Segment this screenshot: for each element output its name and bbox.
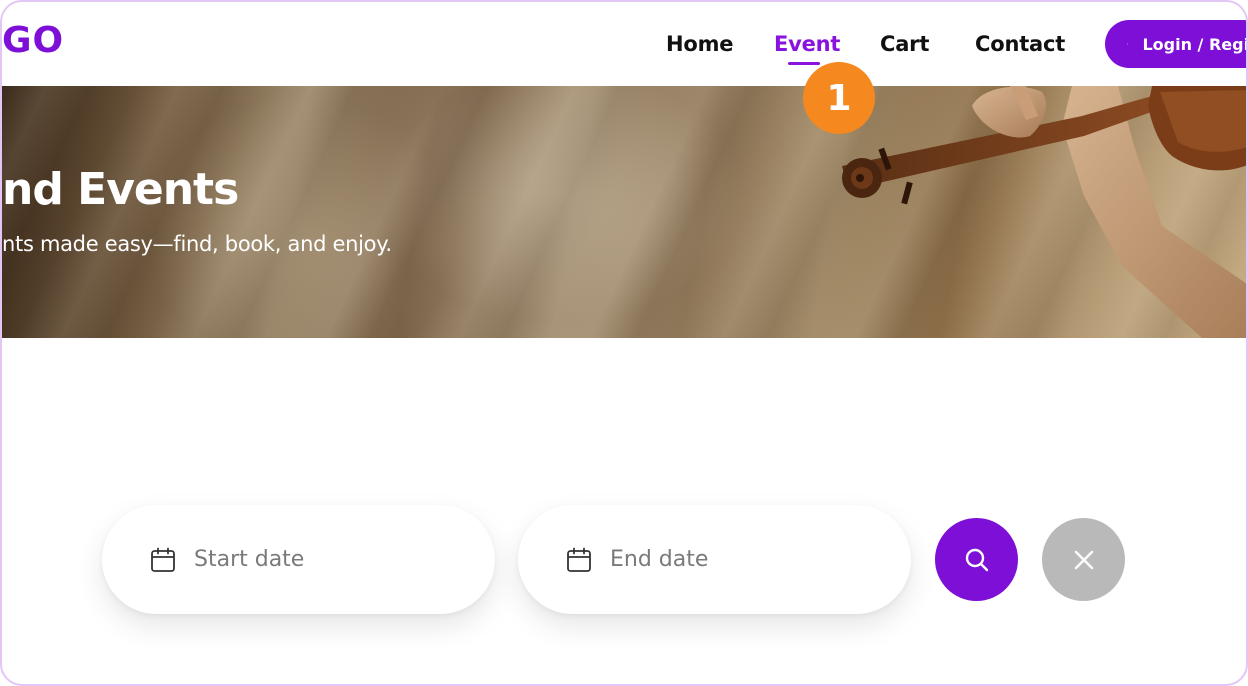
violinist-image [842,86,1246,338]
site-header: GO Home Event Cart Contact Login / Regis… [2,2,1248,86]
start-date-input[interactable] [194,547,474,572]
clear-button[interactable] [1042,518,1125,601]
hero-banner: nd Events nts made easy—find, book, and … [2,86,1246,338]
nav-contact[interactable]: Contact [975,32,1065,56]
nav-cart[interactable]: Cart [880,32,929,56]
search-icon [965,548,988,571]
login-register-label: Login / Register [1142,34,1248,54]
end-date-input[interactable] [610,547,890,572]
nav-event[interactable]: Event [774,32,840,56]
step-badge: 1 [803,62,875,134]
start-date-field[interactable] [102,505,495,614]
login-register-button[interactable]: Login / Register [1105,20,1248,68]
nav-home[interactable]: Home [666,32,734,56]
search-button[interactable] [935,518,1018,601]
calendar-icon [151,547,175,572]
user-icon [1127,43,1129,45]
calendar-icon [567,547,591,572]
site-logo[interactable]: GO [2,20,64,61]
close-icon [1074,550,1093,569]
hero-subtitle: nts made easy—find, book, and enjoy. [2,232,392,256]
browser-frame: GO Home Event Cart Contact Login / Regis… [0,0,1248,686]
nav-active-underline [788,62,820,65]
end-date-field[interactable] [518,505,911,614]
hero-title: nd Events [2,164,239,215]
